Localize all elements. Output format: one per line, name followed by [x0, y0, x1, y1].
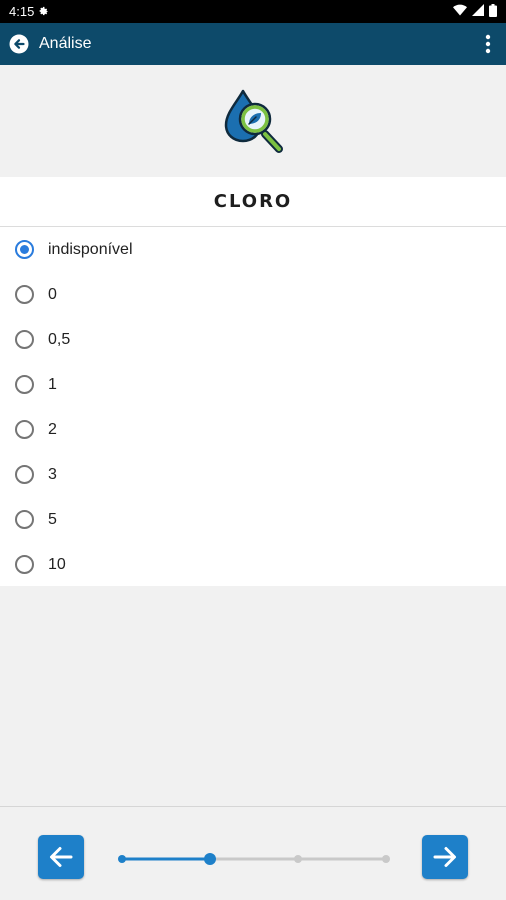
progress-step-dot — [382, 855, 390, 863]
app-bar: Análise — [0, 23, 506, 65]
progress-step-dot — [204, 853, 216, 865]
option-label: 3 — [48, 465, 57, 483]
option-label: 2 — [48, 420, 57, 438]
arrow-right-icon — [433, 847, 456, 867]
battery-icon — [489, 3, 497, 20]
settings-icon — [38, 4, 49, 19]
progress-step-dot — [118, 855, 126, 863]
option-label: 0,5 — [48, 330, 71, 348]
app-title: Análise — [39, 35, 92, 52]
option-item[interactable]: 0 — [0, 272, 506, 317]
status-time: 4:15 — [9, 4, 35, 19]
radio-button[interactable] — [15, 285, 34, 304]
option-item[interactable]: 5 — [0, 497, 506, 542]
radio-button[interactable] — [15, 375, 34, 394]
radio-button[interactable] — [15, 465, 34, 484]
wifi-icon — [453, 4, 467, 19]
cell-signal-icon — [472, 4, 484, 19]
step-progress — [118, 853, 390, 865]
option-item[interactable]: 10 — [0, 542, 506, 587]
parameter-title-bar: CLORO — [0, 177, 506, 227]
option-label: indisponível — [48, 240, 133, 258]
option-label: 10 — [48, 555, 66, 573]
option-label: 0 — [48, 285, 57, 303]
options-list: indisponível 0 0,5 1 2 3 5 10 — [0, 227, 506, 586]
radio-button[interactable] — [15, 510, 34, 529]
back-button[interactable] — [8, 33, 30, 55]
radio-button[interactable] — [15, 555, 34, 574]
option-label: 1 — [48, 375, 57, 393]
progress-step-dot — [294, 855, 302, 863]
radio-button[interactable] — [15, 240, 34, 259]
radio-button[interactable] — [15, 330, 34, 349]
option-label: 5 — [48, 510, 57, 528]
back-arrow-icon — [9, 34, 29, 54]
bottom-navigation — [0, 806, 506, 900]
arrow-left-icon — [50, 847, 73, 867]
option-item[interactable]: indisponível — [0, 227, 506, 272]
option-item[interactable]: 3 — [0, 452, 506, 497]
more-vert-icon — [485, 34, 491, 54]
option-item[interactable]: 1 — [0, 362, 506, 407]
radio-button[interactable] — [15, 420, 34, 439]
next-button[interactable] — [422, 835, 468, 879]
option-item[interactable]: 0,5 — [0, 317, 506, 362]
header-icon-area — [0, 65, 506, 177]
water-drop-magnifier-icon — [224, 89, 283, 153]
parameter-title: CLORO — [213, 191, 293, 212]
status-bar: 4:15 — [0, 0, 506, 23]
previous-button[interactable] — [38, 835, 84, 879]
overflow-menu-button[interactable] — [480, 32, 496, 56]
option-item[interactable]: 2 — [0, 407, 506, 452]
